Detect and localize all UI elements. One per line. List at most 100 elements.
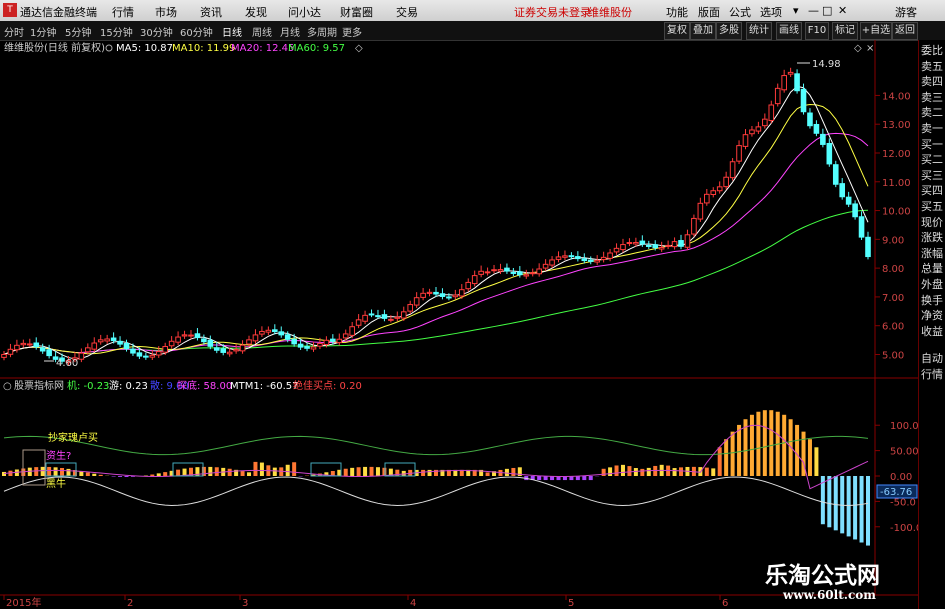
indicator-bar — [382, 467, 387, 476]
price-tick-label: 12.00 — [882, 149, 911, 160]
stock-name-title: 维维股份 — [588, 6, 632, 19]
add-watchlist-button[interactable]: +自选 — [860, 22, 892, 40]
tab-60min[interactable]: 60分钟 — [180, 24, 213, 39]
menu-jiaoyi[interactable]: 交易 — [396, 4, 418, 20]
side-panel-item[interactable]: 现价 — [921, 216, 945, 229]
menu-shichang[interactable]: 市场 — [155, 4, 177, 20]
side-panel-item[interactable]: 换手 — [921, 294, 945, 307]
side-panel-item[interactable]: 行情 — [921, 368, 945, 381]
side-panel-item[interactable]: 买二 — [921, 153, 945, 166]
tab-1min[interactable]: 1分钟 — [30, 24, 56, 39]
tab-monthly[interactable]: 月线 — [280, 24, 300, 39]
menu-wenxiaoda[interactable]: 问小达 — [288, 4, 321, 20]
indicator-tick-label: -50.0 — [890, 497, 916, 508]
indicator-bar — [582, 476, 587, 481]
candle-body — [723, 176, 729, 188]
candle-body — [807, 112, 813, 127]
side-panel-item[interactable]: 收益 — [921, 325, 945, 338]
indicator-bar — [2, 471, 6, 476]
menu-hangqing[interactable]: 行情 — [112, 4, 134, 20]
tab-30min[interactable]: 30分钟 — [140, 24, 173, 39]
indicator-tandi: 探底: 58.00 — [177, 379, 232, 392]
close-panel-icon[interactable]: × — [866, 43, 874, 54]
candle-body — [704, 193, 710, 204]
side-panel-item[interactable]: 外盘 — [921, 278, 945, 291]
indicator-bar — [633, 468, 638, 476]
menu-caifuquan[interactable]: 财富圈 — [340, 4, 373, 20]
candle-body — [168, 340, 175, 347]
tab-multi[interactable]: 多周期 — [307, 24, 337, 39]
candle-body — [465, 281, 472, 290]
candle-body — [484, 271, 491, 274]
side-panel-item[interactable]: 卖一 — [921, 122, 945, 135]
diamond-icon[interactable]: ◇ — [854, 43, 862, 54]
tab-5min[interactable]: 5分钟 — [65, 24, 91, 39]
candle-body — [439, 293, 446, 297]
menu-faxian[interactable]: 发现 — [245, 4, 267, 20]
menu-gongshi[interactable]: 公式 — [729, 4, 751, 20]
side-panel-item[interactable]: 涨跌 — [921, 231, 945, 244]
diejia-button[interactable]: 叠加 — [690, 22, 716, 40]
indicator-bar — [814, 447, 819, 476]
side-panel-item[interactable]: 买五 — [921, 200, 945, 213]
side-panel-item[interactable]: 自动 — [921, 352, 945, 365]
side-panel-item[interactable]: 净资 — [921, 309, 945, 322]
candle-body — [349, 326, 355, 336]
biaoji-button[interactable]: 标记 — [832, 22, 858, 40]
tongji-button[interactable]: 统计 — [746, 22, 772, 40]
candle-body — [581, 258, 588, 262]
tab-more[interactable]: 更多 — [342, 24, 362, 39]
guest-label[interactable]: 游客 — [895, 4, 917, 20]
huaxian-button[interactable]: 画线 — [776, 22, 802, 40]
legend-expand-icon[interactable]: ◇ — [355, 43, 363, 54]
quote-side-panel: 委比卖五卖四卖三卖二卖一买一买二买三买四买五现价涨跌涨幅总量外盘换手净资收益自动… — [918, 40, 945, 609]
fuquan-button[interactable]: 复权 — [664, 22, 690, 40]
side-panel-item[interactable]: 涨幅 — [921, 247, 945, 260]
menu-zixun[interactable]: 资讯 — [200, 4, 222, 20]
candle-body — [684, 234, 691, 248]
side-panel-item[interactable]: 买三 — [921, 169, 945, 182]
candle-body — [246, 339, 252, 345]
side-panel-item[interactable]: 买四 — [921, 184, 945, 197]
site-watermark: 乐淘公式网 www.60lt.com — [765, 556, 915, 606]
side-panel-item[interactable]: 买一 — [921, 138, 945, 151]
indicator-bar — [176, 469, 181, 476]
ma5-line — [3, 85, 869, 360]
side-panel-item[interactable]: 总量 — [921, 262, 945, 275]
settings-dot-icon[interactable] — [105, 44, 113, 52]
back-button[interactable]: 返回 — [892, 22, 918, 40]
maximize-icon[interactable]: □ — [822, 4, 832, 17]
indicator-bar — [756, 411, 761, 476]
duogu-button[interactable]: 多股 — [716, 22, 742, 40]
side-panel-item[interactable]: 卖五 — [921, 60, 945, 73]
menu-banmian[interactable]: 版面 — [698, 4, 720, 20]
minimize-icon[interactable]: — — [808, 4, 819, 17]
login-notice[interactable]: 证券交易未登录 — [514, 4, 591, 20]
dropdown-icon[interactable]: ▾ — [793, 4, 799, 17]
tab-fenshi[interactable]: 分时 — [4, 24, 24, 39]
indicator-bar — [504, 468, 509, 476]
indicator-tick-label: 0.00 — [890, 472, 912, 483]
indicator-toggle-icon[interactable]: ○ — [3, 381, 12, 392]
indicator-tick-label: 100.0 — [890, 421, 918, 432]
indicator-bar — [227, 468, 232, 476]
indicator-bar — [427, 469, 432, 476]
current-value: -63.76 — [880, 487, 912, 498]
indicator-bar — [846, 476, 851, 537]
close-icon[interactable]: ✕ — [838, 4, 847, 17]
side-panel-item[interactable]: 卖二 — [921, 106, 945, 119]
f10-button[interactable]: F10 — [805, 22, 829, 40]
menu-xuanxiang[interactable]: 选项 — [760, 4, 782, 20]
kline-chart[interactable]: 14.00 13.00 12.00 11.00 10.00 9.00 8.00 7.00 6.0… — [0, 40, 918, 609]
tab-daily[interactable]: 日线 — [222, 24, 242, 39]
x-tick-label: 6 — [722, 598, 728, 609]
menu-gongneng[interactable]: 功能 — [666, 4, 688, 20]
side-panel-item[interactable]: 卖三 — [921, 91, 945, 104]
candles — [1, 67, 871, 366]
candle-body — [130, 348, 136, 354]
tab-weekly[interactable]: 周线 — [252, 24, 272, 39]
tab-15min[interactable]: 15分钟 — [100, 24, 133, 39]
side-panel-item[interactable]: 委比 — [921, 44, 945, 57]
side-panel-item[interactable]: 卖四 — [921, 75, 945, 88]
candle-body — [220, 348, 227, 353]
